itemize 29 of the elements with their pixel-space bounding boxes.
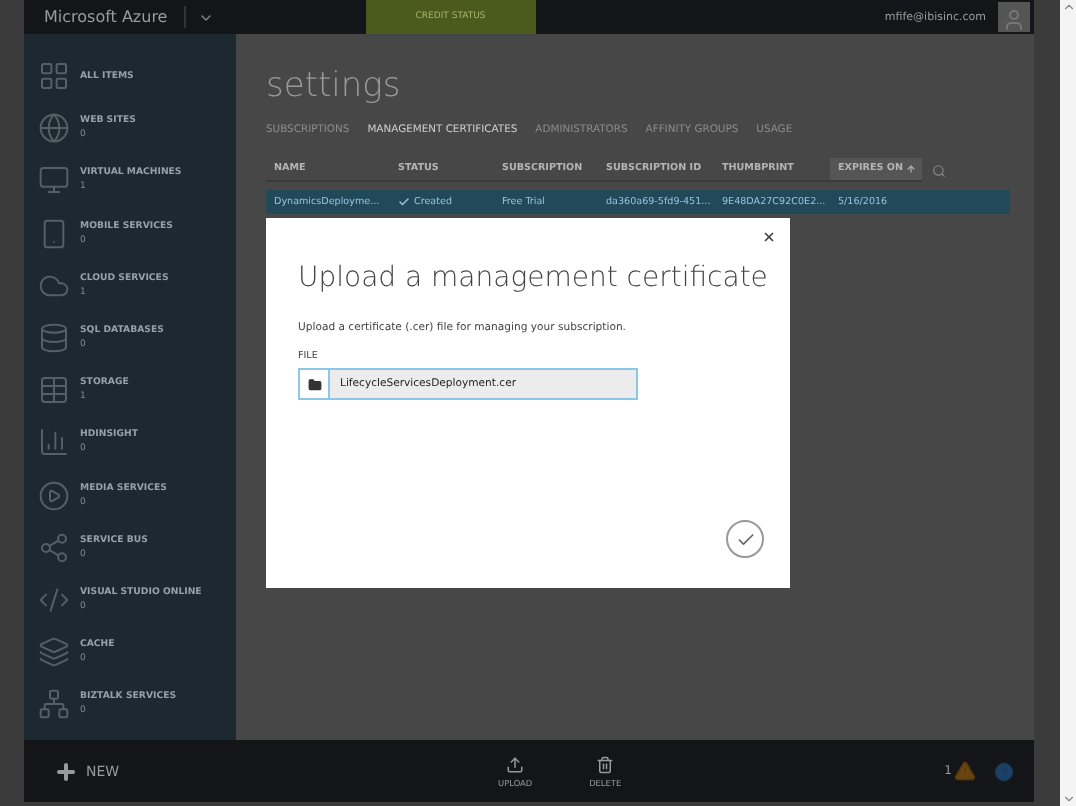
table-icon [38,374,70,407]
close-icon[interactable] [762,230,776,244]
share-icon [38,531,70,564]
globe-icon [38,112,70,145]
monitor-icon [38,164,70,197]
brand-name: Microsoft Azure [42,8,170,26]
chevron-up-icon[interactable] [1061,0,1075,14]
avatar-icon[interactable] [998,2,1030,32]
layers-icon [38,636,70,669]
database-icon [38,322,70,355]
check-icon [735,529,755,549]
trash-icon [596,755,615,773]
arrow-up-icon [906,164,917,174]
grid-icon [38,60,70,93]
phone-icon [38,217,70,250]
network-icon [38,688,70,721]
check-icon [398,196,410,208]
confirm-button[interactable] [726,520,764,558]
help-icon[interactable] [994,761,1014,781]
chart-icon [38,426,70,459]
upload-icon [506,755,525,773]
warning-icon[interactable] [954,760,976,782]
scrollbar[interactable] [1060,0,1076,806]
play-icon [38,479,70,512]
plus-icon [54,759,78,783]
code-icon [38,583,70,616]
search-icon[interactable] [932,163,946,177]
page-title: settings [266,66,403,106]
chevron-down-icon[interactable] [1061,792,1075,806]
